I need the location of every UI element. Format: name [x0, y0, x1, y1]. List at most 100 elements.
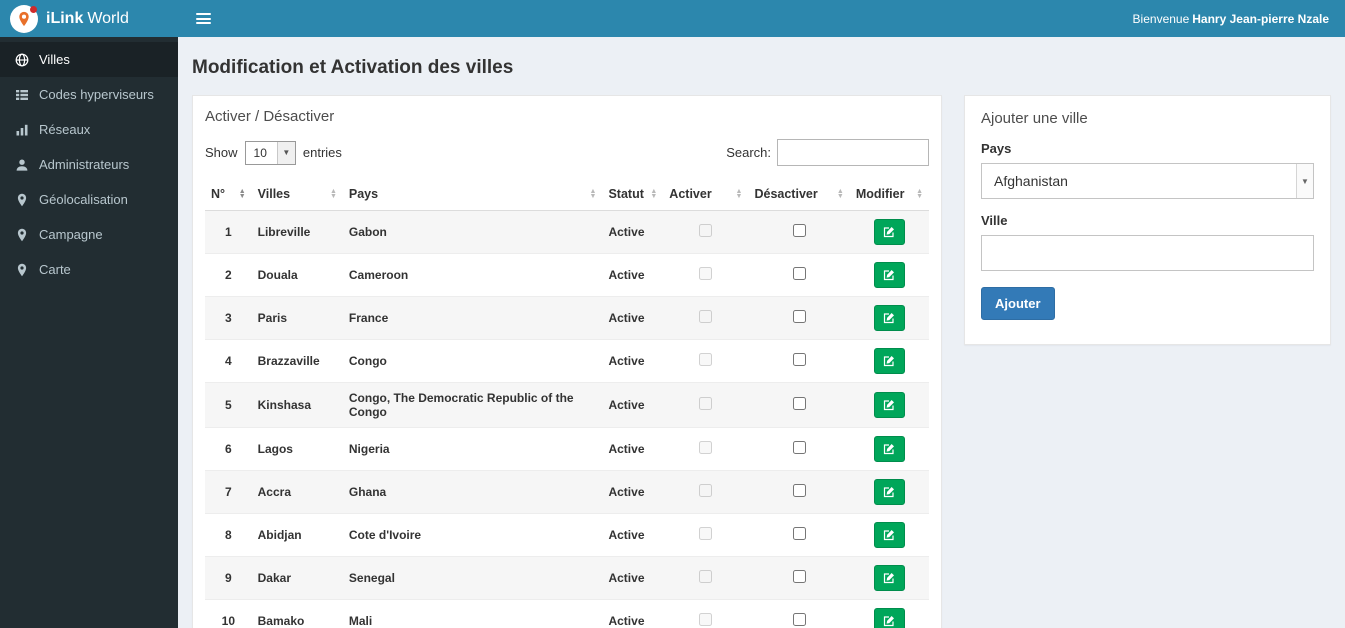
row-ville: Bamako — [251, 599, 343, 628]
sidebar-item-administrateurs[interactable]: Administrateurs — [0, 147, 178, 182]
activer-checkbox[interactable] — [699, 397, 713, 410]
desactiver-checkbox[interactable] — [792, 484, 806, 497]
row-statut: Active — [602, 382, 664, 428]
desactiver-checkbox[interactable] — [792, 570, 806, 583]
sidebar-item-geolocalisation[interactable]: Géolocalisation — [0, 182, 178, 217]
table-row: 8 Abidjan Cote d'Ivoire Active — [205, 513, 929, 557]
column-header-pays[interactable]: Pays — [342, 178, 603, 211]
activer-checkbox[interactable] — [699, 613, 713, 626]
edit-icon — [884, 313, 895, 324]
sidebar-item-label: Villes — [39, 52, 70, 67]
ajouter-button[interactable]: Ajouter — [981, 287, 1055, 320]
activer-checkbox[interactable] — [699, 441, 713, 454]
column-header-villes[interactable]: Villes — [251, 178, 343, 211]
row-pays: Gabon — [342, 210, 603, 254]
row-pays: Cameroon — [342, 253, 603, 297]
column-header-modifier[interactable]: Modifier — [849, 178, 929, 211]
desactiver-checkbox[interactable] — [792, 310, 806, 323]
edit-icon — [884, 400, 895, 411]
row-ville: Paris — [251, 296, 343, 340]
row-ville: Lagos — [251, 427, 343, 471]
sidebar-item-label: Codes hyperviseurs — [39, 87, 154, 102]
search-label: Search: — [726, 145, 771, 160]
row-statut: Active — [602, 210, 664, 254]
modifier-button[interactable] — [873, 348, 905, 374]
sidebar-item-label: Campagne — [39, 227, 103, 242]
sidebar-toggle-icon[interactable] — [196, 13, 211, 24]
show-label: Show — [205, 145, 238, 160]
welcome-user-name: Hanry Jean-pierre Nzale — [1192, 11, 1329, 26]
row-number: 2 — [205, 253, 252, 297]
desactiver-checkbox[interactable] — [792, 527, 806, 540]
table-controls: Show 10 ▼ entries Search: — [205, 139, 929, 166]
table-row: 5 Kinshasa Congo, The Democratic Republi… — [205, 382, 929, 428]
pays-select[interactable]: Afghanistan ▼ — [981, 163, 1314, 199]
row-number: 7 — [205, 470, 252, 514]
activer-checkbox[interactable] — [699, 353, 713, 366]
row-statut: Active — [602, 339, 664, 383]
activer-checkbox[interactable] — [699, 267, 713, 280]
sort-icon — [837, 189, 844, 199]
modifier-button[interactable] — [873, 262, 905, 288]
pays-label: Pays — [981, 141, 1012, 156]
modifier-button[interactable] — [873, 305, 905, 331]
column-header-num[interactable]: N° — [205, 178, 252, 211]
column-header-desactiver[interactable]: Désactiver — [748, 178, 850, 211]
table-row: 6 Lagos Nigeria Active — [205, 427, 929, 471]
activer-checkbox[interactable] — [699, 310, 713, 323]
welcome-message: Bienvenue Hanry Jean-pierre Nzale — [1133, 12, 1329, 26]
column-header-activer[interactable]: Activer — [663, 178, 749, 211]
desactiver-checkbox[interactable] — [792, 267, 806, 280]
desactiver-checkbox[interactable] — [792, 224, 806, 237]
modifier-button[interactable] — [873, 219, 905, 245]
row-ville: Abidjan — [251, 513, 343, 557]
edit-icon — [884, 270, 895, 281]
app-title-light: World — [87, 9, 129, 27]
sort-icon — [590, 189, 597, 199]
desactiver-checkbox[interactable] — [792, 441, 806, 454]
desactiver-checkbox[interactable] — [792, 353, 806, 366]
row-pays: Nigeria — [342, 427, 603, 471]
row-ville: Accra — [251, 470, 343, 514]
sort-icon — [916, 189, 923, 199]
sidebar-item-reseaux[interactable]: Réseaux — [0, 112, 178, 147]
row-statut: Active — [602, 253, 664, 297]
modifier-button[interactable] — [873, 436, 905, 462]
table-row: 7 Accra Ghana Active — [205, 470, 929, 514]
sidebar-item-carte[interactable]: Carte — [0, 252, 178, 287]
sidebar-item-campagne[interactable]: Campagne — [0, 217, 178, 252]
modifier-button[interactable] — [873, 522, 905, 548]
brand: iLink World — [0, 0, 178, 37]
table-row: 3 Paris France Active — [205, 296, 929, 340]
search-input[interactable] — [777, 139, 929, 166]
desactiver-checkbox[interactable] — [792, 613, 806, 626]
edit-icon — [884, 616, 895, 627]
activer-checkbox[interactable] — [699, 570, 713, 583]
modifier-button[interactable] — [873, 479, 905, 505]
activer-checkbox[interactable] — [699, 224, 713, 237]
row-ville: Kinshasa — [251, 382, 343, 428]
sort-icon — [330, 189, 337, 199]
modifier-button[interactable] — [873, 608, 905, 628]
sidebar-item-villes[interactable]: Villes — [0, 42, 178, 77]
modifier-button[interactable] — [873, 565, 905, 591]
user-icon — [16, 159, 28, 171]
row-pays: Cote d'Ivoire — [342, 513, 603, 557]
row-statut: Active — [602, 427, 664, 471]
villes-table: N° Villes Pays Statut Activer Désactiver… — [205, 178, 929, 628]
ville-input[interactable] — [981, 235, 1314, 271]
activer-checkbox[interactable] — [699, 484, 713, 497]
row-pays: France — [342, 296, 603, 340]
bar-chart-icon — [16, 124, 28, 135]
sidebar-item-codes-hyperviseurs[interactable]: Codes hyperviseurs — [0, 77, 178, 112]
desactiver-checkbox[interactable] — [792, 397, 806, 410]
app-logo-icon — [10, 4, 38, 33]
column-header-statut[interactable]: Statut — [602, 178, 664, 211]
entries-label: entries — [302, 145, 342, 160]
activer-checkbox[interactable] — [699, 527, 713, 540]
modifier-button[interactable] — [873, 392, 905, 418]
sort-icon — [736, 189, 743, 199]
page-length-select[interactable]: 10 ▼ — [244, 140, 296, 165]
row-number: 9 — [205, 556, 252, 600]
sort-icon — [239, 189, 246, 199]
